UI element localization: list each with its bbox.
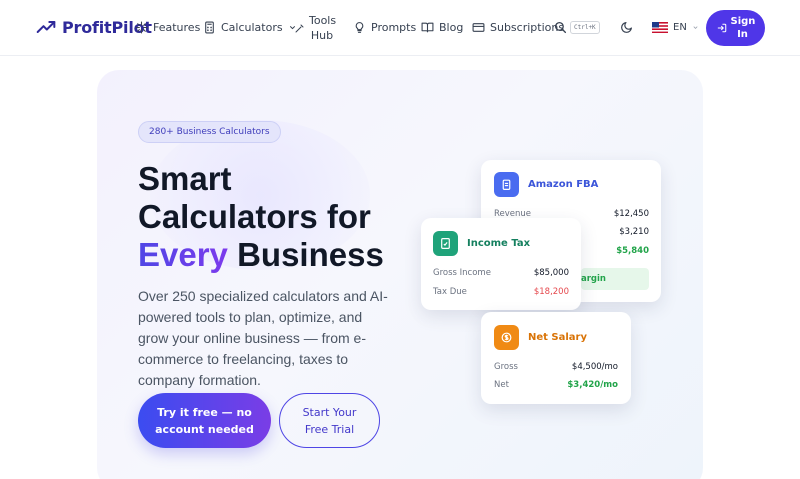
language-selector[interactable]: EN <box>652 22 699 33</box>
income-tax-card[interactable]: Income Tax Gross Income $85,000 Tax Due … <box>421 218 581 310</box>
card-row-label: Gross <box>494 362 518 372</box>
clipboard-icon <box>494 172 519 197</box>
calculator-count-badge: 280+ Business Calculators <box>138 121 281 143</box>
lightbulb-icon <box>355 22 364 33</box>
card-row-label: Tax Due <box>433 287 467 297</box>
nav-prompts[interactable]: Prompts <box>353 21 416 34</box>
hero-subtext: Over 250 specialized calculators and AI-… <box>138 288 388 388</box>
calculator-icon <box>205 21 214 34</box>
card-row-value: $12,450 <box>613 209 649 219</box>
nav-subscriptions[interactable]: Subscriptions <box>472 21 564 34</box>
nav-tools-hub[interactable]: Tools Hub <box>309 13 336 43</box>
try-free-button[interactable]: Try it free — no account needed <box>138 393 271 448</box>
top-navbar: ProfitPilot Features Calculators Tools H… <box>0 0 800 56</box>
card-row-value: $3,210 <box>619 227 649 237</box>
card-row-value: $5,840 <box>616 246 649 256</box>
us-flag-icon <box>652 22 668 33</box>
credit-card-icon <box>472 23 485 32</box>
start-trial-button[interactable]: Start Your Free Trial <box>279 393 380 448</box>
card-row-label: Gross Income <box>433 268 491 278</box>
net-salary-card[interactable]: Net Salary Gross $4,500/mo Net $3,420/mo <box>481 312 631 404</box>
document-icon <box>433 231 458 256</box>
card-row-value: $18,200 <box>533 287 569 297</box>
margin-pill: argin <box>581 268 649 290</box>
card-title: Income Tax <box>467 238 531 249</box>
login-icon <box>717 23 726 33</box>
card-title: Net Salary <box>528 332 587 343</box>
nav-features[interactable]: Features <box>135 21 200 34</box>
sparkle-icon <box>135 21 148 34</box>
chevron-down-icon <box>693 26 698 29</box>
nav-calculators[interactable]: Calculators <box>203 21 297 34</box>
card-row-value: $3,420/mo <box>567 380 618 390</box>
search-shortcut: Ctrl+K <box>570 21 600 34</box>
book-icon <box>421 22 434 33</box>
wrench-icon <box>295 24 304 33</box>
dollar-icon <box>494 325 519 350</box>
card-row-label: Net <box>494 380 509 390</box>
card-row-value: $85,000 <box>533 268 569 278</box>
hero-headline: Smart Calculators for Every Business <box>138 160 384 273</box>
card-title: Amazon FBA <box>528 179 599 190</box>
search-icon[interactable] <box>554 21 567 34</box>
card-row-value: $4,500/mo <box>571 362 618 372</box>
nav-blog[interactable]: Blog <box>421 21 463 34</box>
trending-up-icon <box>36 21 56 33</box>
sign-in-button[interactable]: Sign In <box>706 10 765 46</box>
moon-icon[interactable] <box>620 21 633 34</box>
